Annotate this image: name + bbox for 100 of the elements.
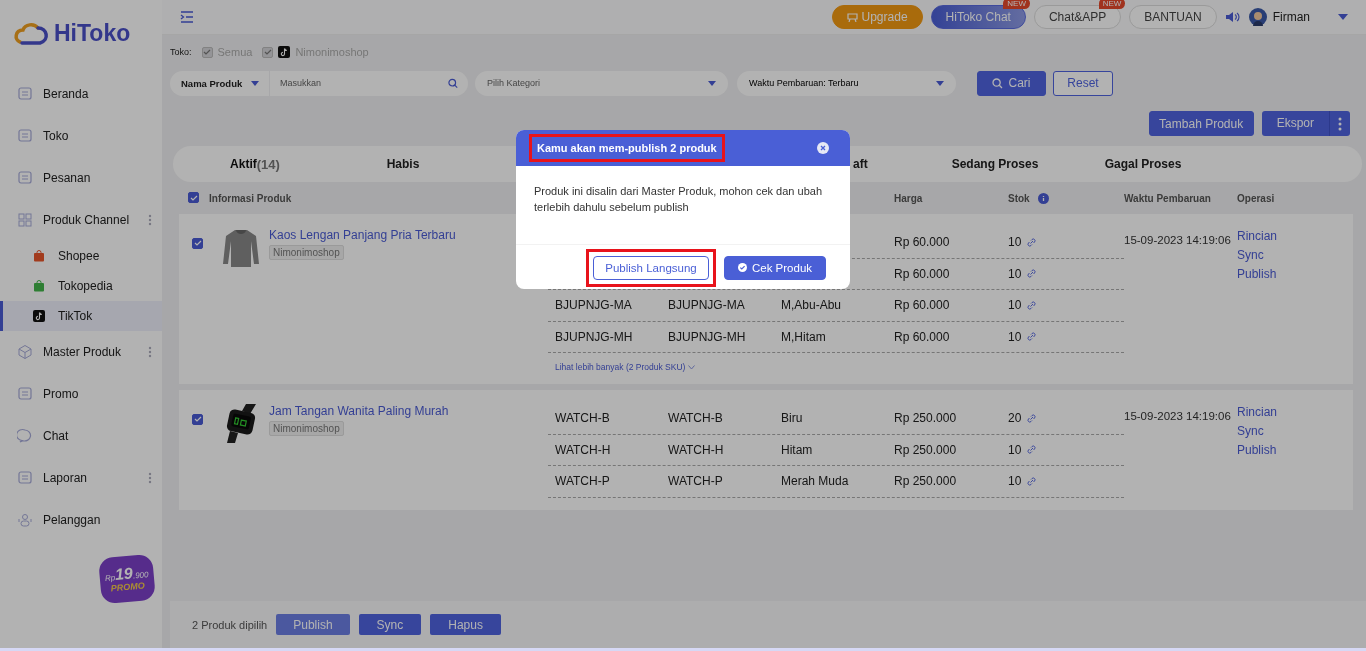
add-product-button[interactable]: Tambah Produk [1148, 111, 1254, 136]
nav-label: Pelanggan [43, 513, 102, 527]
link-icon[interactable] [1027, 445, 1037, 455]
bag-icon [33, 250, 45, 262]
table-cell: Rp 250.000 [894, 411, 957, 426]
more-icon[interactable] [148, 472, 152, 484]
bulk-action-button[interactable]: Sync [358, 614, 422, 635]
sort-dropdown[interactable]: Waktu Pembaruan: Terbaru [737, 70, 956, 96]
table-cell: WATCH-P [555, 474, 610, 489]
nav-subitem[interactable]: Tokopedia [0, 271, 162, 301]
operation-link[interactable]: Publish [1237, 267, 1277, 281]
board-icon [846, 12, 858, 22]
link-icon[interactable] [1027, 269, 1037, 279]
more-icon[interactable] [148, 346, 152, 358]
search-input[interactable]: Masukkan [278, 77, 448, 89]
top-button[interactable]: BANTUAN [1129, 5, 1217, 29]
info-icon[interactable] [1037, 192, 1049, 204]
table-cell: M,Abu-Abu [781, 298, 842, 313]
select-all-checkbox[interactable] [188, 192, 199, 204]
dialog-message: Produk ini disalin dari Master Produk, mohon cek dan ubah terlebih dahulu sebelum publish [533, 184, 823, 215]
table-cell: Rp 60.000 [894, 235, 950, 250]
column-header: Operasi [1237, 192, 1275, 204]
nav-item[interactable]: Master Produk [0, 331, 162, 373]
top-button[interactable]: Chat&APP [1033, 5, 1122, 29]
grid-icon [17, 212, 33, 228]
column-header: Harga [894, 192, 923, 204]
nav-item[interactable]: Pelanggan [0, 499, 162, 541]
link-icon[interactable] [1027, 476, 1037, 486]
show-more-link[interactable]: Lihat lebih banyak (2 Produk SKU) [548, 353, 1117, 372]
operation-link[interactable]: Publish [1237, 443, 1277, 457]
operation-link[interactable]: Sync [1237, 248, 1264, 262]
new-badge: NEW [1003, 0, 1030, 9]
caret-icon [936, 80, 944, 86]
link-icon[interactable] [1027, 332, 1037, 342]
operation-link[interactable]: Sync [1237, 424, 1264, 438]
tab[interactable]: Gagal Proses [1069, 146, 1217, 182]
tab[interactable]: Sedang Proses [921, 146, 1069, 182]
nav-item[interactable]: Promo [0, 373, 162, 415]
nav-item[interactable]: Toko [0, 115, 162, 157]
top-button[interactable]: HiToko Chat [930, 5, 1026, 29]
operation-link[interactable]: Rincian [1237, 229, 1278, 243]
bulk-action-button[interactable]: Hapus [430, 614, 501, 635]
bulk-action-button[interactable]: Publish [276, 614, 350, 635]
nav-label: Promo [43, 387, 80, 401]
operation-link[interactable]: Rincian [1237, 405, 1278, 419]
export-button[interactable]: Ekspor [1261, 111, 1350, 136]
dialog-button[interactable]: Publish Langsung [593, 255, 709, 280]
document-icon [17, 386, 33, 402]
table-cell: Rp 60.000 [894, 266, 950, 281]
table-cell: 10 [1008, 329, 1022, 344]
user-name[interactable]: Firman [1272, 10, 1310, 24]
cube-icon [17, 344, 33, 360]
dialog-button[interactable]: Cek Produk [724, 255, 826, 280]
more-icon[interactable] [1338, 116, 1342, 131]
table-cell: 10 [1008, 266, 1022, 281]
category-dropdown[interactable]: Pilih Kategori [475, 70, 728, 96]
link-icon[interactable] [1027, 413, 1037, 423]
tab[interactable]: Habis [329, 146, 477, 182]
table-cell: 15-09-2023 14:19:06 [1124, 410, 1231, 422]
column-header: Stok [1008, 192, 1030, 204]
row-checkbox[interactable] [192, 413, 203, 425]
avatar[interactable] [1248, 8, 1267, 26]
search-button[interactable]: Cari [977, 70, 1046, 96]
product-name-link[interactable]: Jam Tangan Wanita Paling Murah [269, 404, 449, 418]
nav-subitem[interactable]: Shopee [0, 241, 162, 271]
column-header: Informasi Produk [209, 192, 292, 204]
promo-badge[interactable]: Rp 19 .900 PROMO [98, 553, 156, 605]
product-name-link[interactable]: Kaos Lengan Panjang Pria Terbaru [269, 228, 456, 242]
check-circle-icon [737, 263, 747, 273]
speaker-icon[interactable] [1224, 10, 1241, 24]
document-icon [17, 128, 33, 144]
nav-item[interactable]: Pesanan [0, 157, 162, 199]
nav-subitem[interactable]: TikTok [0, 301, 162, 331]
link-icon[interactable] [1027, 237, 1037, 247]
filter-label: Toko: [170, 47, 192, 57]
reset-button[interactable]: Reset [1053, 70, 1113, 96]
caret-icon[interactable] [1338, 14, 1348, 20]
more-icon[interactable] [148, 214, 152, 226]
nav-item[interactable]: Laporan [0, 457, 162, 499]
document-icon [17, 86, 33, 102]
table-cell: Biru [781, 411, 803, 426]
selection-count: 2 Produk dipilih [192, 618, 268, 631]
table-cell: Rp 60.000 [894, 298, 950, 313]
nav-item[interactable]: Chat [0, 415, 162, 457]
nav-item[interactable]: Produk Channel [0, 199, 162, 241]
table-cell: 10 [1008, 442, 1022, 457]
tab[interactable]: Aktif(14) [181, 146, 329, 182]
table-cell: WATCH-H [555, 442, 611, 457]
close-icon[interactable] [817, 142, 829, 154]
chat-bubble-icon [17, 428, 33, 444]
table-cell: 10 [1008, 298, 1022, 313]
table-cell: 10 [1008, 474, 1022, 489]
search-field[interactable]: Masukkan [270, 70, 468, 96]
column-header: Waktu Pembaruan [1124, 192, 1211, 204]
link-icon[interactable] [1027, 300, 1037, 310]
menu-icon[interactable] [180, 11, 194, 23]
row-checkbox[interactable] [192, 237, 203, 249]
nav-label: Beranda [43, 87, 90, 101]
field-select[interactable]: Nama Produk [170, 70, 270, 96]
nav-item[interactable]: Beranda [0, 73, 162, 115]
